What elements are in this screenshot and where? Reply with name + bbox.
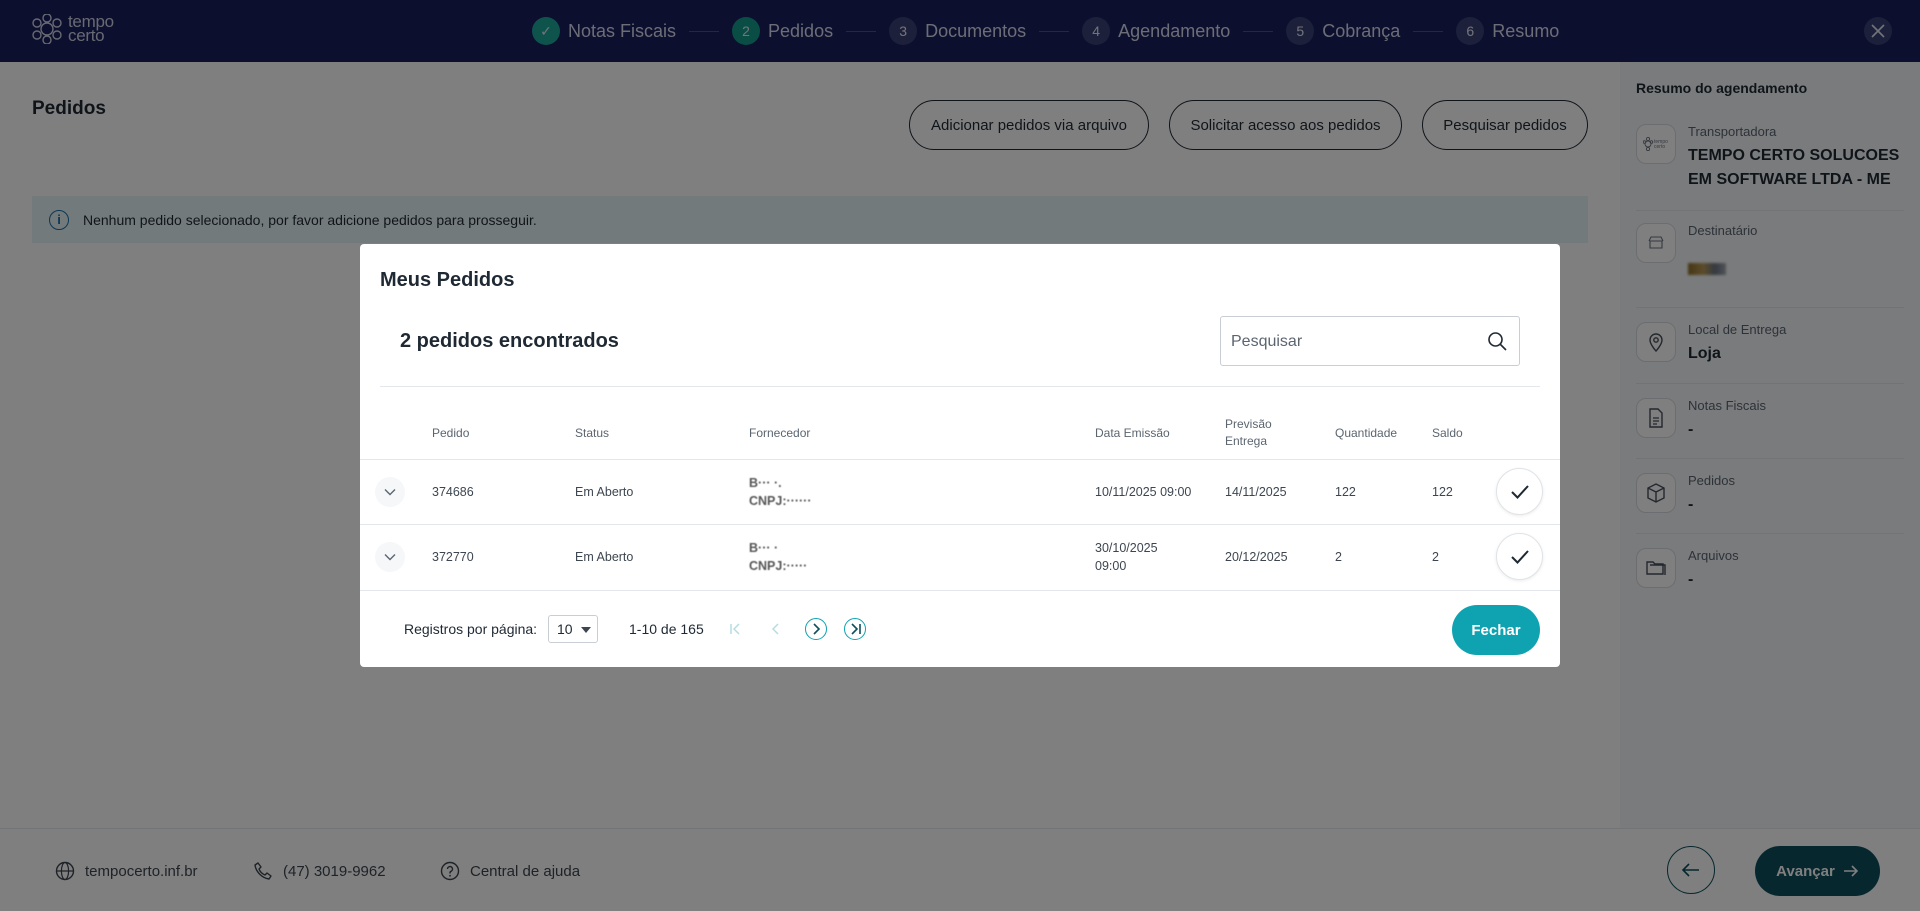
first-page-button[interactable] bbox=[725, 618, 747, 640]
cell-fornecedor-name: B··· · bbox=[749, 541, 779, 555]
table-row: 374686 Em Aberto B··· ·. CNPJ:······ 10/… bbox=[360, 459, 1560, 524]
per-page-select[interactable]: 10 bbox=[548, 615, 598, 643]
col-saldo: Saldo bbox=[1432, 426, 1463, 440]
cell-previsao-entrega: 20/12/2025 bbox=[1225, 550, 1288, 564]
cell-data-emissao: 10/11/2025 09:00 bbox=[1095, 485, 1192, 499]
table-row: 372770 Em Aberto B··· · CNPJ:····· 30/10… bbox=[360, 524, 1560, 589]
chevron-left-icon bbox=[771, 623, 779, 635]
search-icon[interactable] bbox=[1487, 331, 1507, 356]
cell-fornecedor-cnpj: CNPJ:······ bbox=[749, 494, 812, 508]
divider bbox=[380, 386, 1540, 387]
caret-down-icon bbox=[581, 627, 591, 633]
cell-status: Em Aberto bbox=[575, 485, 634, 499]
first-page-icon bbox=[730, 623, 740, 635]
chevron-down-icon bbox=[384, 489, 396, 496]
col-fornecedor: Fornecedor bbox=[749, 426, 811, 440]
expand-row-button[interactable] bbox=[375, 542, 405, 572]
per-page-value: 10 bbox=[557, 621, 573, 637]
check-icon bbox=[1510, 549, 1529, 564]
cell-pedido: 372770 bbox=[432, 550, 474, 564]
cell-status: Em Aberto bbox=[575, 550, 634, 564]
modal-footer: Registros por página: 10 1-10 de 165 Fec… bbox=[360, 590, 1560, 667]
cell-saldo: 2 bbox=[1432, 550, 1439, 564]
my-orders-modal: Meus Pedidos 2 pedidos encontrados Pedid… bbox=[360, 244, 1560, 667]
col-pedido: Pedido bbox=[432, 426, 470, 440]
select-order-button[interactable] bbox=[1496, 533, 1543, 580]
cell-quantidade: 122 bbox=[1335, 485, 1356, 499]
cell-previsao-entrega: 14/11/2025 bbox=[1225, 485, 1287, 499]
chevron-down-icon bbox=[384, 554, 396, 561]
prev-page-button[interactable] bbox=[765, 618, 787, 640]
search-field bbox=[1220, 316, 1520, 366]
cell-data-emissao: 30/10/2025 09:00 bbox=[1095, 541, 1158, 573]
orders-count: 2 pedidos encontrados bbox=[400, 330, 619, 352]
col-previsao-entrega: Previsão Entrega bbox=[1225, 417, 1272, 448]
select-order-button[interactable] bbox=[1496, 468, 1543, 515]
last-page-icon bbox=[851, 623, 861, 635]
page-range: 1-10 de 165 bbox=[629, 621, 704, 637]
cell-fornecedor-cnpj: CNPJ:····· bbox=[749, 559, 808, 573]
col-status: Status bbox=[575, 426, 610, 440]
chevron-right-icon bbox=[813, 623, 821, 635]
search-input[interactable] bbox=[1231, 329, 1471, 355]
expand-row-button[interactable] bbox=[375, 477, 405, 507]
cell-quantidade: 2 bbox=[1335, 550, 1342, 564]
cell-pedido: 374686 bbox=[432, 485, 474, 499]
modal-title: Meus Pedidos bbox=[380, 269, 515, 291]
next-page-button[interactable] bbox=[805, 618, 827, 640]
cell-fornecedor-name: B··· ·. bbox=[749, 476, 782, 490]
col-data-emissao: Data Emissão bbox=[1095, 426, 1170, 440]
last-page-button[interactable] bbox=[844, 618, 866, 640]
close-modal-button[interactable]: Fechar bbox=[1452, 605, 1540, 655]
cell-saldo: 122 bbox=[1432, 485, 1453, 499]
col-quantidade: Quantidade bbox=[1335, 426, 1398, 440]
per-page-label: Registros por página: bbox=[404, 621, 538, 637]
check-icon bbox=[1510, 484, 1529, 499]
